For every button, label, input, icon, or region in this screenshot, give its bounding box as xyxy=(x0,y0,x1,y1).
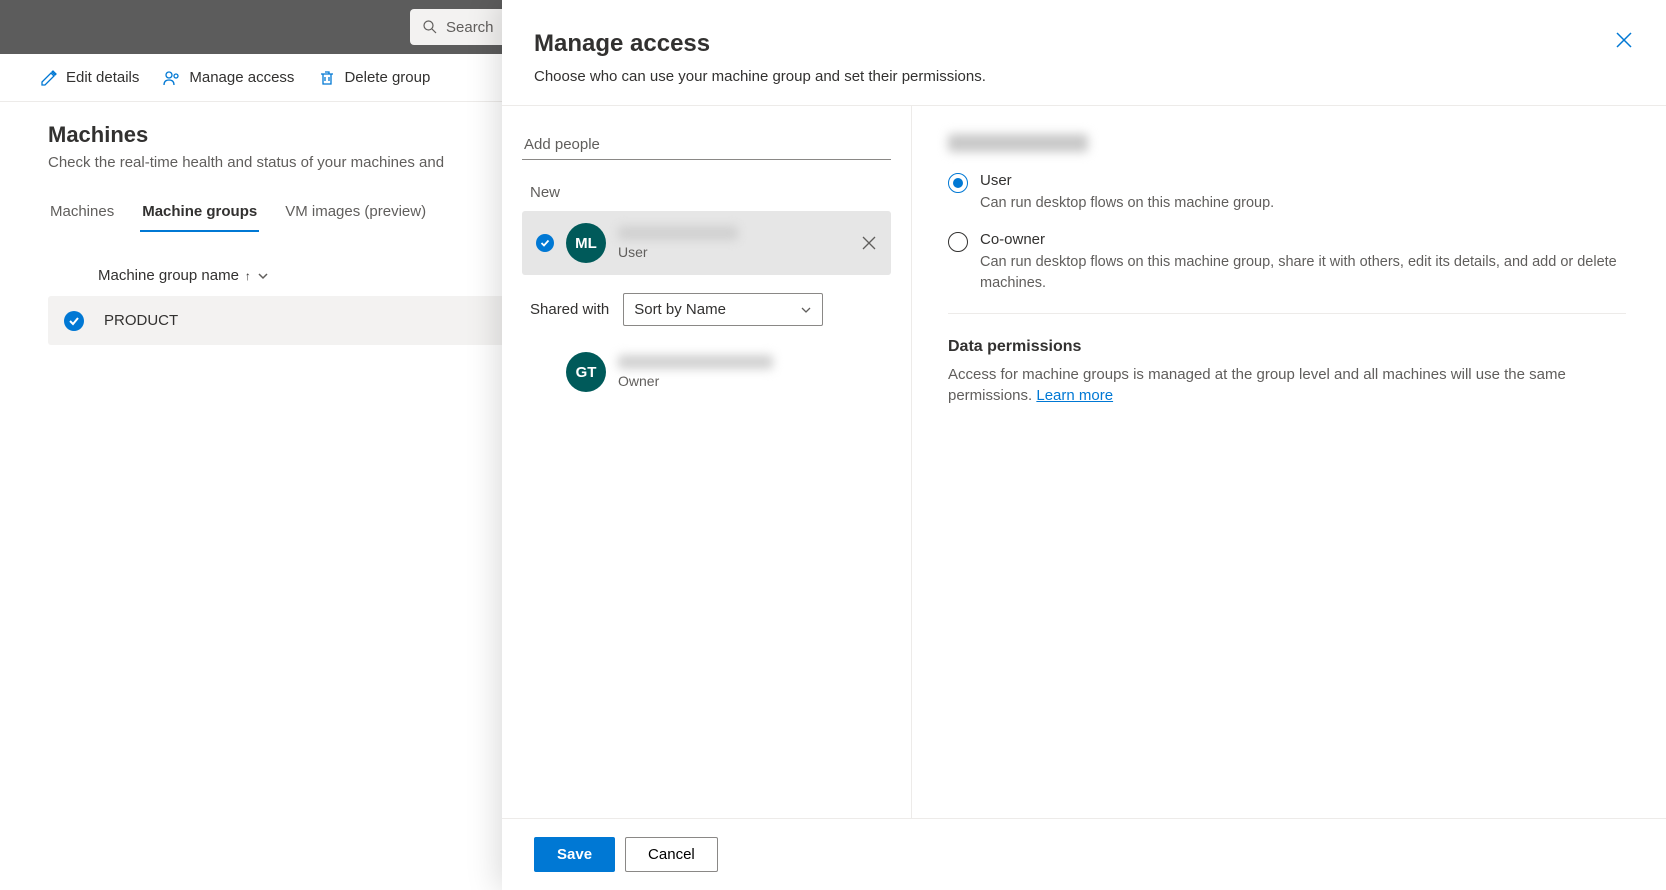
sort-select[interactable]: Sort by Name xyxy=(623,293,823,326)
cmd-delete-group[interactable]: Delete group xyxy=(314,63,434,93)
person-info: User xyxy=(618,226,849,260)
data-permissions-title: Data permissions xyxy=(948,338,1626,356)
radio-user-label: User xyxy=(980,172,1626,189)
chevron-down-icon xyxy=(257,270,269,282)
person-name-redacted xyxy=(618,355,773,369)
add-people-input[interactable] xyxy=(522,130,891,160)
radio-coowner-desc: Can run desktop flows on this machine gr… xyxy=(980,252,1626,293)
radio-coowner-label: Co-owner xyxy=(980,231,1626,248)
person-check-placeholder xyxy=(536,363,554,381)
sort-select-label: Sort by Name xyxy=(634,301,726,318)
radio-user[interactable] xyxy=(948,173,968,193)
radio-body: Co-owner Can run desktop flows on this m… xyxy=(980,231,1626,293)
panel-header: Manage access Choose who can use your ma… xyxy=(502,0,1666,106)
panel-title: Manage access xyxy=(534,30,1634,58)
people-icon xyxy=(163,69,181,87)
search-placeholder: Search xyxy=(446,19,494,36)
data-permissions-text: Access for machine groups is managed at … xyxy=(948,364,1626,406)
panel-footer: Save Cancel xyxy=(502,818,1666,890)
cancel-button[interactable]: Cancel xyxy=(625,837,718,872)
tab-machines[interactable]: Machines xyxy=(48,195,116,232)
close-icon xyxy=(1614,30,1634,50)
panel-left-column: New ML User Shared with Sort by Name xyxy=(502,106,912,818)
person-item-shared[interactable]: GT Owner xyxy=(522,340,891,404)
panel-body: New ML User Shared with Sort by Name xyxy=(502,106,1666,818)
person-info: Owner xyxy=(618,355,877,389)
shared-with-label: Shared with xyxy=(530,301,609,318)
radio-coowner[interactable] xyxy=(948,232,968,252)
sort-ascending-icon: ↑ xyxy=(245,269,251,283)
divider xyxy=(948,313,1626,314)
save-button[interactable]: Save xyxy=(534,837,615,872)
col-header-name[interactable]: Machine group name ↑ xyxy=(98,267,269,284)
remove-person-button[interactable] xyxy=(861,235,877,251)
person-item-new[interactable]: ML User xyxy=(522,211,891,275)
person-name-redacted xyxy=(618,226,738,240)
panel-right-column: User Can run desktop flows on this machi… xyxy=(912,106,1666,818)
learn-more-link[interactable]: Learn more xyxy=(1036,387,1113,404)
shared-with-row: Shared with Sort by Name xyxy=(522,293,891,326)
person-role: Owner xyxy=(618,373,877,389)
avatar: ML xyxy=(566,223,606,263)
panel-subtitle: Choose who can use your machine group an… xyxy=(534,68,1634,85)
tab-vm-images[interactable]: VM images (preview) xyxy=(283,195,428,232)
row-selected-icon[interactable] xyxy=(64,311,84,331)
radio-body: User Can run desktop flows on this machi… xyxy=(980,172,1626,213)
radio-selected-dot xyxy=(953,178,963,188)
section-label-new: New xyxy=(522,184,891,201)
radio-option-user[interactable]: User Can run desktop flows on this machi… xyxy=(948,172,1626,213)
cmd-delete-group-label: Delete group xyxy=(344,69,430,86)
col-header-name-label: Machine group name xyxy=(98,267,239,284)
radio-user-desc: Can run desktop flows on this machine gr… xyxy=(980,193,1626,213)
person-selected-icon xyxy=(536,234,554,252)
radio-option-coowner[interactable]: Co-owner Can run desktop flows on this m… xyxy=(948,231,1626,293)
chevron-down-icon xyxy=(800,304,812,316)
cmd-manage-access[interactable]: Manage access xyxy=(159,63,298,93)
cmd-edit-details-label: Edit details xyxy=(66,69,139,86)
tab-machine-groups[interactable]: Machine groups xyxy=(140,195,259,232)
cmd-edit-details[interactable]: Edit details xyxy=(36,63,143,93)
trash-icon xyxy=(318,69,336,87)
avatar: GT xyxy=(566,352,606,392)
manage-access-panel: Manage access Choose who can use your ma… xyxy=(502,0,1666,890)
cmd-manage-access-label: Manage access xyxy=(189,69,294,86)
selected-person-name-redacted xyxy=(948,134,1088,152)
person-role: User xyxy=(618,244,849,260)
search-icon xyxy=(422,19,438,35)
panel-close-button[interactable] xyxy=(1614,30,1634,50)
pencil-icon xyxy=(40,69,58,87)
